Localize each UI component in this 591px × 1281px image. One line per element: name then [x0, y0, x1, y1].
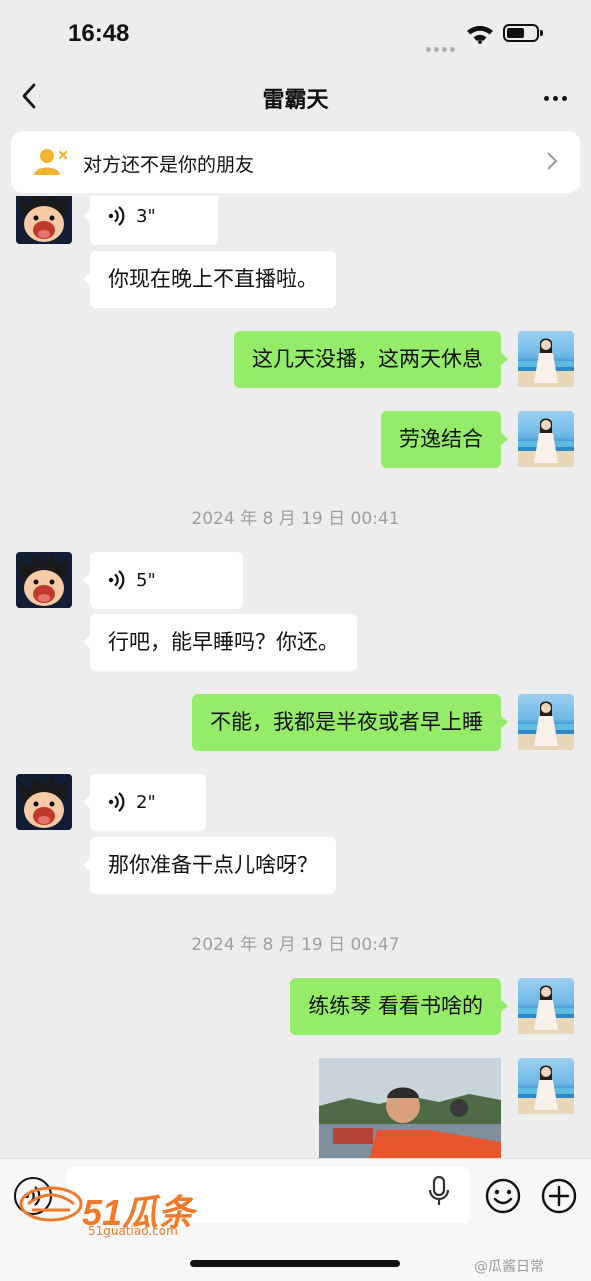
voice-message[interactable]: 5": [83, 552, 243, 609]
my-avatar[interactable]: [518, 978, 574, 1034]
voice-message[interactable]: 3": [83, 196, 218, 245]
incoming-message[interactable]: 你现在晚上不直播啦。: [83, 251, 336, 308]
microphone-icon[interactable]: [426, 1175, 452, 1209]
voice-wave-icon: [108, 570, 125, 590]
voice-duration: 2": [136, 792, 156, 813]
outgoing-message[interactable]: 劳逸结合: [381, 411, 508, 468]
outgoing-message[interactable]: 这几天没播，这两天休息: [234, 331, 508, 388]
my-avatar[interactable]: [518, 694, 574, 750]
incoming-message[interactable]: 那你准备干点儿啥呀？: [83, 837, 336, 894]
status-bar: 16:48: [0, 0, 591, 64]
chat-timestamp: 2024 年 8 月 19 日 00:41: [191, 509, 400, 529]
incoming-message[interactable]: 行吧，能早睡吗？你还。: [83, 614, 357, 671]
logo-url: 51guatiao.com: [88, 1224, 178, 1238]
voice-message[interactable]: 2": [83, 774, 206, 831]
voice-wave-icon: [108, 792, 125, 812]
chat-title: 雷霸天: [262, 88, 329, 113]
signal-dots-icon: [426, 37, 458, 56]
not-friend-banner[interactable]: 对方还不是你的朋友: [11, 131, 580, 193]
my-avatar[interactable]: [518, 331, 574, 387]
voice-wave-icon: [108, 206, 125, 226]
chat-area[interactable]: 3" 你现在晚上不直播啦。 这几天没播，这两天休息 劳逸结合 2024 年 8 …: [0, 196, 591, 1158]
more-icon[interactable]: [540, 86, 567, 105]
image-message[interactable]: [319, 1058, 501, 1158]
voice-duration: 5": [136, 570, 156, 591]
status-time: 16:48: [68, 20, 130, 47]
outgoing-message[interactable]: 练练琴 看看书啥的: [290, 978, 508, 1035]
my-avatar[interactable]: [518, 411, 574, 467]
chevron-right-icon: [547, 152, 558, 170]
site-logo-watermark: 51瓜条 51guatiao.com: [18, 1182, 194, 1238]
emoji-icon[interactable]: [484, 1177, 522, 1215]
my-avatar[interactable]: [518, 1058, 574, 1114]
contact-avatar[interactable]: [16, 552, 72, 608]
contact-avatar[interactable]: [16, 196, 72, 244]
contact-avatar[interactable]: [16, 774, 72, 830]
plus-icon[interactable]: [540, 1177, 578, 1215]
outgoing-message[interactable]: 不能，我都是半夜或者早上睡: [192, 694, 508, 751]
battery-icon: [503, 24, 543, 42]
wifi-icon: [467, 25, 493, 44]
banner-text: 对方还不是你的朋友: [83, 154, 255, 176]
chat-timestamp: 2024 年 8 月 19 日 00:47: [191, 935, 400, 955]
nav-bar: 雷霸天: [0, 64, 591, 128]
home-indicator: [190, 1260, 400, 1267]
logo-emblem-icon: [19, 1186, 83, 1222]
user-warning-icon: [34, 149, 68, 175]
voice-duration: 3": [136, 206, 156, 227]
battery-level: [507, 28, 524, 38]
corner-watermark: @瓜酱日常: [474, 1259, 544, 1275]
